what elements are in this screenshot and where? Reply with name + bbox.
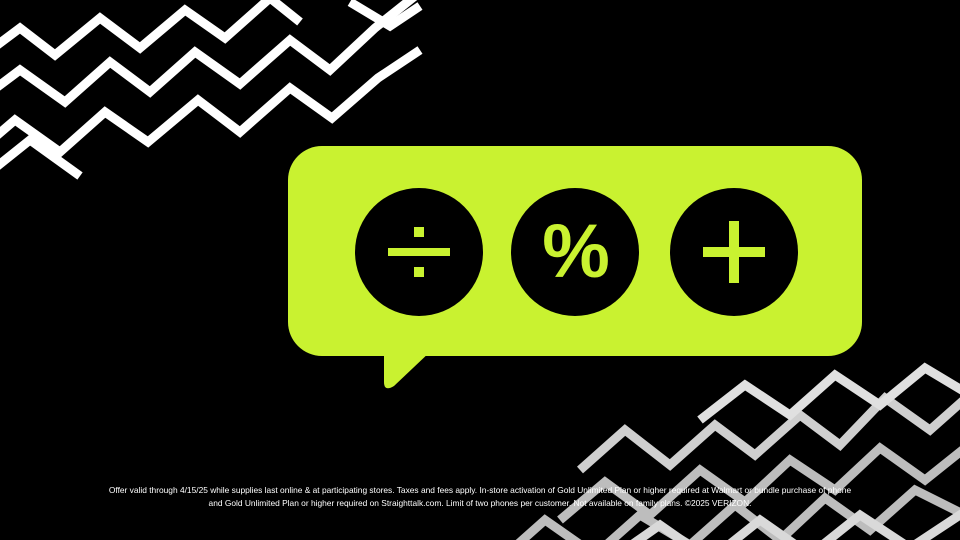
disclaimer-line-2: and Gold Unlimited Plan or higher requir… <box>208 498 752 508</box>
legal-disclaimer: Offer valid through 4/15/25 while suppli… <box>80 484 880 510</box>
disclaimer-line-1: Offer valid through 4/15/25 while suppli… <box>108 485 852 495</box>
speech-bubble: % <box>288 146 862 356</box>
percent-icon: % <box>511 188 639 316</box>
divide-symbol <box>388 227 450 277</box>
percent-symbol: % <box>542 209 610 294</box>
plus-icon <box>670 188 798 316</box>
divide-icon <box>355 188 483 316</box>
ad-frame: % Offer valid through 4/15/25 while supp… <box>0 0 960 540</box>
plus-symbol <box>703 221 765 283</box>
